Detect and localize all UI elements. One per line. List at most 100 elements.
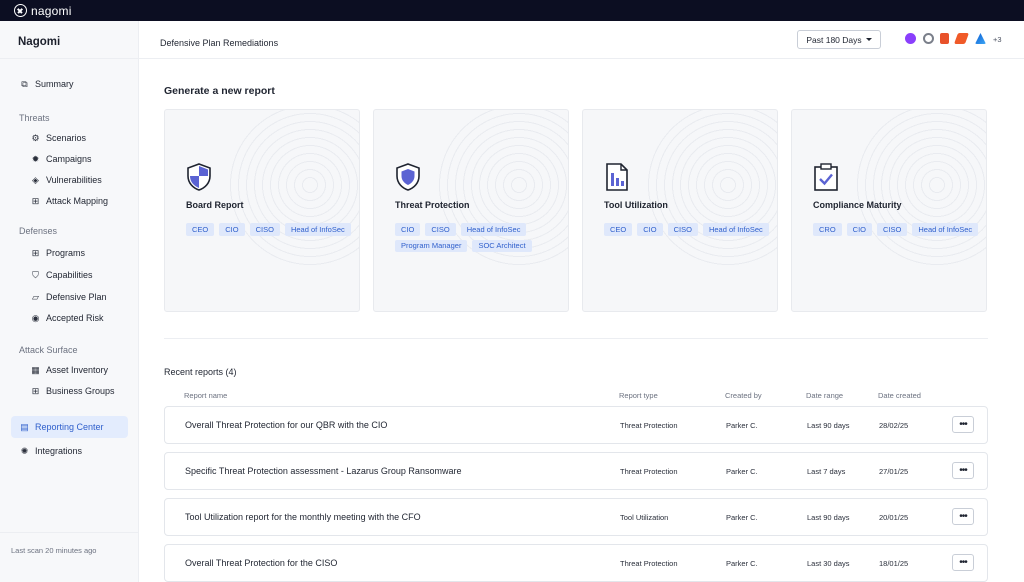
campaigns-icon: ✹ xyxy=(31,153,40,164)
section-defenses: Defenses xyxy=(19,226,58,236)
more-options-button[interactable]: ••• xyxy=(952,508,974,525)
created-by: Parker C. xyxy=(726,467,758,476)
clipboard-check-icon xyxy=(814,163,838,191)
sidebar-item-label: Scenarios xyxy=(46,133,87,143)
created-by: Parker C. xyxy=(726,421,758,430)
table-row[interactable]: Specific Threat Protection assessment - … xyxy=(164,452,988,490)
report-name[interactable]: Tool Utilization report for the monthly … xyxy=(185,512,421,522)
top-bar: nagomi xyxy=(0,0,1024,21)
sidebar-item-vulnerabilities[interactable]: ◈ Vulnerabilities xyxy=(30,171,102,189)
sidebar-item-scenarios[interactable]: ⚙ Scenarios xyxy=(30,129,86,147)
report-type: Threat Protection xyxy=(620,421,678,430)
created-by: Parker C. xyxy=(726,559,758,568)
business-groups-icon: ⊞ xyxy=(31,385,40,396)
audience-tag: CEO xyxy=(604,223,633,236)
table-row[interactable]: Overall Threat Protection for the CISO T… xyxy=(164,544,988,582)
azure-integration-icon[interactable] xyxy=(975,33,986,44)
table-row[interactable]: Tool Utilization report for the monthly … xyxy=(164,498,988,536)
audience-tags: CEO CIO CISO Head of InfoSec xyxy=(186,223,356,236)
sidebar-item-label: Capabilities xyxy=(46,270,93,280)
sidebar-item-summary[interactable]: ⧉ Summary xyxy=(19,75,73,93)
sidebar-item-label: Vulnerabilities xyxy=(46,175,102,185)
sidebar-divider xyxy=(0,58,139,59)
logo-text: nagomi xyxy=(31,3,72,18)
sidebar-item-defensive-plan[interactable]: ▱ Defensive Plan xyxy=(30,288,107,306)
audience-tag: CISO xyxy=(249,223,280,236)
shield-protection-icon xyxy=(396,163,420,191)
column-header-name[interactable]: Report name xyxy=(184,391,227,400)
section-divider xyxy=(164,338,988,339)
report-name[interactable]: Overall Threat Protection for the CISO xyxy=(185,558,337,568)
column-header-date-range[interactable]: Date range xyxy=(806,391,843,400)
sidebar-item-programs[interactable]: ⊞ Programs xyxy=(30,244,85,262)
sidebar-bottom-divider xyxy=(0,532,139,533)
integrations-icon: ✺ xyxy=(20,445,29,456)
report-card-tool-utilization[interactable]: Tool Utilization CEO CIO CISO Head of In… xyxy=(582,109,778,312)
column-header-type[interactable]: Report type xyxy=(619,391,658,400)
scenarios-icon: ⚙ xyxy=(31,132,40,143)
period-dropdown[interactable]: Past 180 Days xyxy=(797,30,881,49)
more-options-button[interactable]: ••• xyxy=(952,462,974,479)
vulnerabilities-icon: ◈ xyxy=(32,174,39,185)
gray-integration-icon[interactable] xyxy=(923,33,934,44)
integrations-more-count[interactable]: +3 xyxy=(993,35,1002,44)
sidebar-item-business-groups[interactable]: ⊞ Business Groups xyxy=(30,382,115,400)
summary-icon: ⧉ xyxy=(21,78,28,89)
report-card-board[interactable]: Board Report CEO CIO CISO Head of InfoSe… xyxy=(164,109,360,312)
audience-tag: Head of InfoSec xyxy=(284,223,351,236)
sidebar-item-asset-inventory[interactable]: ▦ Asset Inventory xyxy=(30,361,108,379)
more-options-button[interactable]: ••• xyxy=(952,554,974,571)
column-header-created-by[interactable]: Created by xyxy=(725,391,762,400)
nagomi-logo-icon xyxy=(14,4,27,17)
audience-tag: Head of InfoSec xyxy=(702,223,769,236)
sidebar-item-attack-mapping[interactable]: ⊞ Attack Mapping xyxy=(30,192,108,210)
sidebar: Nagomi ⧉ Summary Threats ⚙ Scenarios ✹ C… xyxy=(0,21,139,582)
audience-tag: CIO xyxy=(846,223,873,236)
reporting-center-icon: ▤ xyxy=(20,421,29,432)
report-name[interactable]: Overall Threat Protection for our QBR wi… xyxy=(185,420,387,430)
sidebar-item-label: Accepted Risk xyxy=(46,313,104,323)
sidebar-item-campaigns[interactable]: ✹ Campaigns xyxy=(30,150,92,168)
section-threats: Threats xyxy=(19,113,50,123)
attack-mapping-icon: ⊞ xyxy=(31,195,40,206)
report-card-compliance-maturity[interactable]: Compliance Maturity CRO CIO CISO Head of… xyxy=(791,109,987,312)
date-range: Last 30 days xyxy=(807,559,850,568)
report-name[interactable]: Specific Threat Protection assessment - … xyxy=(185,466,461,476)
sidebar-item-label: Integrations xyxy=(35,446,83,456)
purple-integration-icon[interactable] xyxy=(905,33,916,44)
programs-icon: ⊞ xyxy=(31,247,40,258)
date-range: Last 90 days xyxy=(807,421,850,430)
orange-integration-icon[interactable] xyxy=(953,33,970,44)
audience-tags: CIO CISO Head of InfoSec Program Manager… xyxy=(395,223,565,252)
audience-tag: Head of InfoSec xyxy=(912,223,979,236)
office-integration-icon[interactable] xyxy=(940,33,949,44)
audience-tag: SOC Architect xyxy=(472,239,532,252)
report-type: Tool Utilization xyxy=(620,513,669,522)
card-background-pattern xyxy=(643,110,777,270)
audience-tag: Head of InfoSec xyxy=(460,223,527,236)
sidebar-item-label: Defensive Plan xyxy=(46,292,107,302)
asset-inventory-icon: ▦ xyxy=(31,364,40,375)
date-created: 28/02/25 xyxy=(879,421,909,430)
report-card-threat-protection[interactable]: Threat Protection CIO CISO Head of InfoS… xyxy=(373,109,569,312)
sidebar-item-capabilities[interactable]: ⛉ Capabilities xyxy=(30,266,93,284)
column-header-date-created[interactable]: Date created xyxy=(878,391,921,400)
sidebar-item-label: Asset Inventory xyxy=(46,365,109,375)
more-options-button[interactable]: ••• xyxy=(952,416,974,433)
audience-tag: CIO xyxy=(395,223,421,236)
sidebar-item-integrations[interactable]: ✺ Integrations xyxy=(19,442,82,460)
sidebar-item-label: Attack Mapping xyxy=(46,196,109,206)
accepted-risk-icon: ◉ xyxy=(31,312,40,323)
sidebar-item-reporting-center[interactable]: ▤ Reporting Center xyxy=(19,418,103,436)
sidebar-item-label: Campaigns xyxy=(46,154,92,164)
audience-tag: CIO xyxy=(219,223,245,236)
card-background-pattern xyxy=(225,110,359,270)
sidebar-item-accepted-risk[interactable]: ◉ Accepted Risk xyxy=(30,309,104,327)
recent-reports-title: Recent reports (4) xyxy=(164,367,237,377)
page-header-title: Defensive Plan Remediations xyxy=(160,38,279,48)
audience-tags: CEO CIO CISO Head of InfoSec xyxy=(604,223,774,236)
table-row[interactable]: Overall Threat Protection for our QBR wi… xyxy=(164,406,988,444)
audience-tag: Program Manager xyxy=(395,239,468,252)
period-value: Past 180 Days xyxy=(806,34,862,45)
defensive-plan-icon: ▱ xyxy=(32,291,39,302)
